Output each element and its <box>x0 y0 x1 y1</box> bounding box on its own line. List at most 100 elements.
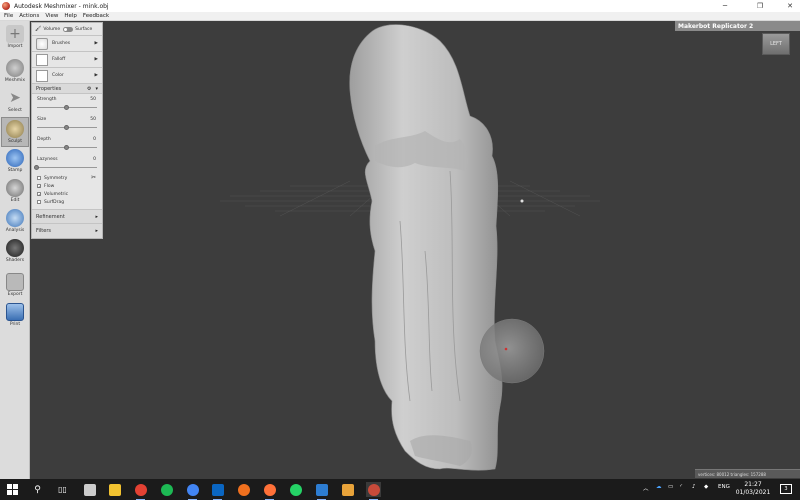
strength-slider[interactable]: Strength 50 <box>32 94 102 114</box>
lazyness-slider[interactable]: Lazyness 0 <box>32 154 102 174</box>
minimize-button[interactable]: ─ <box>710 0 740 12</box>
printer-name: Makerbot Replicator 2 <box>678 22 754 30</box>
mode-volume-label[interactable]: Volume <box>43 27 60 32</box>
menu-file[interactable]: File <box>4 13 13 19</box>
select-tool[interactable]: ➤ Select <box>1 87 29 117</box>
chevron-right-icon: ▶ <box>94 57 98 62</box>
app-orange-icon <box>237 483 250 496</box>
printer-panel[interactable]: Makerbot Replicator 2 <box>675 21 800 31</box>
menu-view[interactable]: View <box>45 13 58 19</box>
brush-icon <box>6 120 24 138</box>
taskbar-app-6[interactable] <box>210 482 225 500</box>
flow-checkbox[interactable]: ✓ Flow <box>32 182 102 190</box>
import-tool[interactable]: + Import <box>1 23 29 53</box>
chevron-right-icon: ▶ <box>94 41 98 46</box>
main-toolbar: + Import Meshmix ➤ Select Sculpt Stamp E… <box>0 21 30 479</box>
brush-cursor-sphere <box>479 318 545 384</box>
chevron-down-icon[interactable]: ▾ <box>95 86 98 92</box>
outlook-icon <box>211 483 224 496</box>
meshmix-tool[interactable]: Meshmix <box>1 57 29 87</box>
taskbar-app-12[interactable] <box>366 482 381 500</box>
close-button[interactable]: ✕ <box>775 0 800 12</box>
export-icon <box>6 273 24 291</box>
chevron-up-icon[interactable]: ︿ <box>643 484 649 492</box>
onedrive-icon[interactable]: ☁ <box>656 484 662 490</box>
clock-time: 21:27 <box>744 481 762 488</box>
lazyness-slider-handle[interactable] <box>34 165 39 170</box>
shaders-tool[interactable]: Shaders <box>1 237 29 267</box>
stamp-tool[interactable]: Stamp <box>1 147 29 177</box>
taskbar-app-7[interactable] <box>236 482 251 497</box>
refinement-header[interactable]: Refinement ▸ <box>32 210 102 224</box>
taskbar-app-8[interactable] <box>262 482 277 500</box>
menu-help[interactable]: Help <box>64 13 77 19</box>
wifi-icon[interactable]: ◜ <box>680 484 682 490</box>
export-tool[interactable]: Export <box>1 271 29 301</box>
depth-slider-handle[interactable] <box>64 145 69 150</box>
taskbar-app-3[interactable] <box>133 482 148 500</box>
color-selector[interactable]: Color ▶ <box>32 68 102 84</box>
sculpt-tool[interactable]: Sculpt <box>1 117 29 147</box>
brush-preview-icon <box>36 37 48 50</box>
color-swatch <box>36 69 48 82</box>
select-arrow-icon: ➤ <box>9 90 21 106</box>
maximize-button[interactable]: ❐ <box>745 0 775 12</box>
properties-body: Strength 50 Size 50 Depth 0 Lazyness 0 S… <box>32 94 102 210</box>
system-clock[interactable]: 21:27 01/03/2021 <box>735 481 771 497</box>
notes-icon <box>341 483 354 496</box>
analysis-tool[interactable]: Analysis <box>1 207 29 237</box>
taskbar-app-9[interactable] <box>288 482 303 497</box>
search-button[interactable]: ⚲ <box>30 482 45 497</box>
title-bar: Autodesk Meshmixer - mink.obj <box>0 0 800 12</box>
scene-canvas <box>220 24 600 471</box>
edit-tool[interactable]: Edit <box>1 177 29 207</box>
cube-app-icon <box>83 483 96 496</box>
properties-header[interactable]: Properties ⚙ ▾ <box>32 84 102 94</box>
depth-slider[interactable]: Depth 0 <box>32 134 102 154</box>
view-cube[interactable]: LEFT <box>762 33 790 55</box>
dropbox-icon[interactable]: ◆ <box>704 484 708 490</box>
falloff-selector[interactable]: Falloff ▶ <box>32 52 102 68</box>
gear-icon[interactable]: ⚙ <box>87 86 91 92</box>
meshmix-icon <box>6 59 24 77</box>
volumetric-checkbox[interactable]: ✓ Volumetric <box>32 190 102 198</box>
mode-surface-label[interactable]: Surface <box>75 27 92 32</box>
plus-icon: + <box>6 25 24 43</box>
start-icon <box>7 484 18 495</box>
surfdrag-checkbox[interactable]: SurfDrag <box>32 198 102 206</box>
chrome-user-icon <box>186 483 199 496</box>
falloff-curve-icon <box>36 53 48 66</box>
start-button[interactable] <box>5 482 20 497</box>
filters-header[interactable]: Filters ▸ <box>32 224 102 238</box>
file-explorer-icon <box>108 483 121 496</box>
meshmixer-app-icon <box>2 2 10 10</box>
task-view-button[interactable]: ▯▯ <box>55 482 70 497</box>
symmetry-checkbox[interactable]: Symmetry ✂ <box>32 174 102 182</box>
print-icon <box>6 303 24 321</box>
taskbar-app-2[interactable] <box>107 482 122 497</box>
taskbar-app-10[interactable] <box>314 482 329 500</box>
photos-icon <box>315 483 328 496</box>
size-slider[interactable]: Size 50 <box>32 114 102 134</box>
mode-toggle[interactable] <box>63 26 74 32</box>
menu-feedback[interactable]: Feedback <box>83 13 109 19</box>
stamp-icon <box>6 149 24 167</box>
taskbar-app-5[interactable] <box>185 482 200 500</box>
notifications-button[interactable]: 3 <box>780 484 792 494</box>
language-indicator[interactable]: ENG <box>718 484 730 490</box>
search-icon: ⚲ <box>34 484 41 495</box>
firefox-icon <box>263 483 276 496</box>
brushes-selector[interactable]: Brushes ▶ <box>32 36 102 52</box>
size-slider-handle[interactable] <box>64 125 69 130</box>
task-view-icon: ▯▯ <box>58 485 67 494</box>
taskbar-app-11[interactable] <box>340 482 355 497</box>
taskbar-app-4[interactable] <box>159 482 174 497</box>
battery-icon[interactable]: ▭ <box>668 484 673 490</box>
volume-icon[interactable]: ♪ <box>692 484 696 490</box>
symmetry-icon[interactable]: ✂ <box>91 174 96 181</box>
taskbar-app-1[interactable] <box>82 482 97 497</box>
print-tool[interactable]: Print <box>1 301 29 331</box>
menu-actions[interactable]: Actions <box>19 13 39 19</box>
3d-viewport[interactable] <box>30 21 800 479</box>
strength-slider-handle[interactable] <box>64 105 69 110</box>
